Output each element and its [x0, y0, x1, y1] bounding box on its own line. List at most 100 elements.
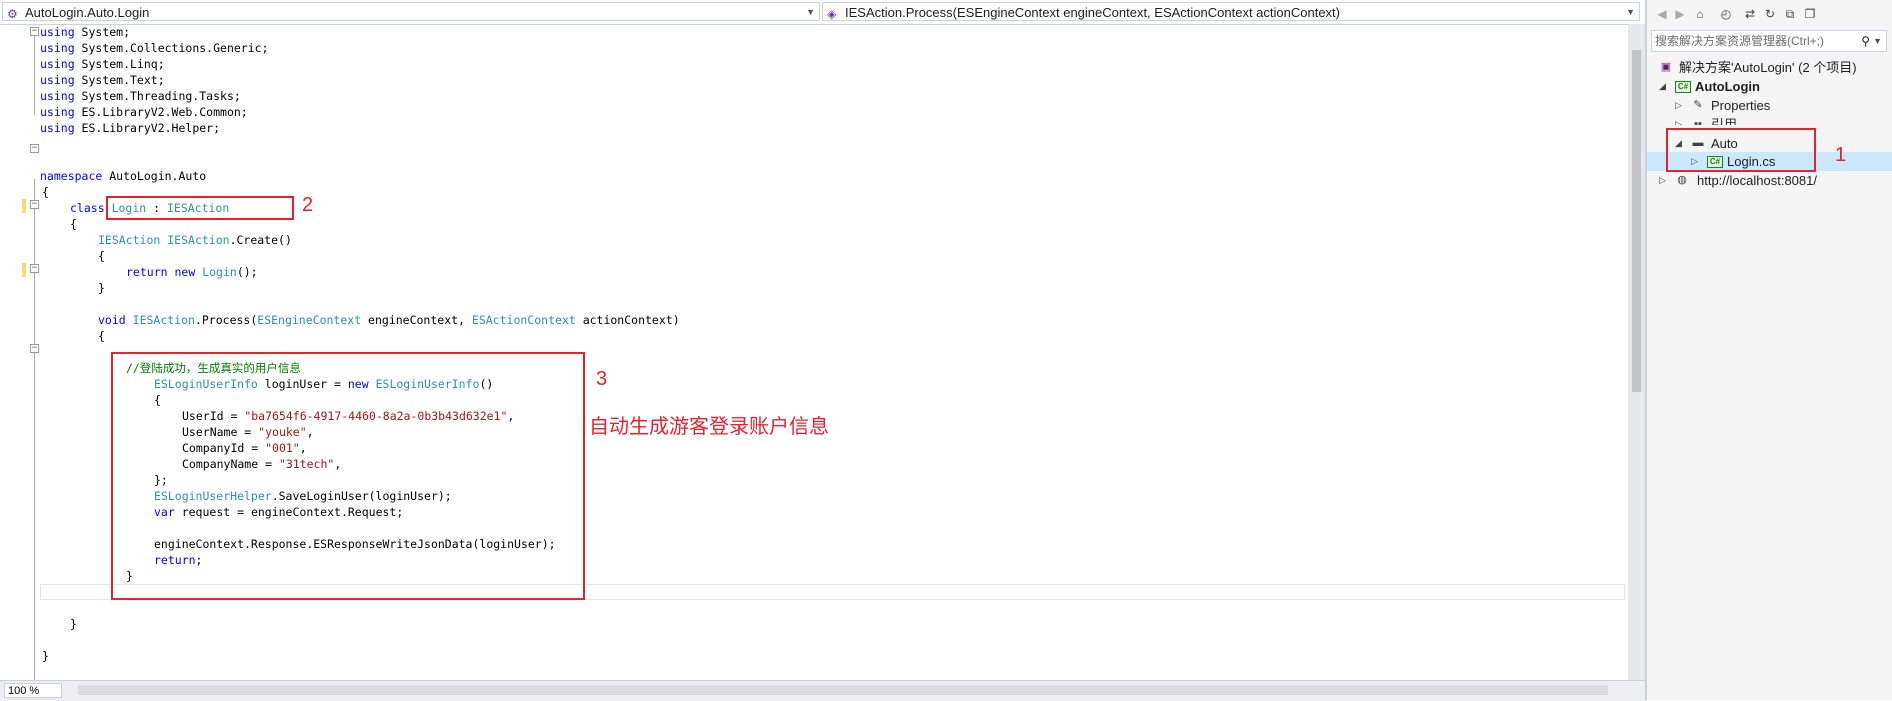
- code-text: ES.LibraryV2.Helper;: [74, 121, 221, 135]
- code-text: .Process(: [194, 313, 258, 327]
- tree-node-label: 引用: [1711, 117, 1738, 125]
- forward-icon[interactable]: ▶: [1673, 7, 1687, 21]
- tree-node-label: http://localhost:8081/: [1697, 173, 1817, 188]
- annotation-box-1: [1666, 128, 1816, 172]
- code-line: using ES.LibraryV2.Helper;: [40, 120, 220, 136]
- collapsed-arrow-icon[interactable]: ▷: [1659, 171, 1666, 190]
- keyword: using: [40, 105, 75, 119]
- code-line: }: [70, 616, 77, 632]
- globe-icon: ◍: [1677, 174, 1687, 186]
- code-text: .Create(): [229, 233, 292, 247]
- code-line: IESAction IESAction.Create(): [98, 232, 292, 248]
- tree-node-solution[interactable]: ▣ 解决方案'AutoLogin' (2 个项目): [1647, 58, 1892, 77]
- code-text: {: [70, 217, 77, 231]
- collapse-icon[interactable]: −: [30, 144, 39, 153]
- code-text: System;: [74, 25, 131, 39]
- collapsed-arrow-icon[interactable]: ▷: [1675, 96, 1682, 115]
- back-icon[interactable]: ◀: [1655, 7, 1669, 21]
- horizontal-scrollbar[interactable]: [78, 685, 1608, 695]
- code-line: }: [42, 648, 49, 664]
- class-icon: ⚙: [7, 7, 18, 21]
- solution-explorer-toolbar: ◀ ▶ ⌂ ◴ ⇄ ↻ ⧉ ❐: [1647, 0, 1892, 30]
- code-line: namespace AutoLogin.Auto: [40, 168, 206, 184]
- code-text: }: [70, 617, 77, 631]
- collapse-icon[interactable]: −: [30, 344, 39, 353]
- tree-node-website[interactable]: ▷ ◍ http://localhost:8081/: [1647, 171, 1892, 190]
- pending-changes-icon[interactable]: ◴: [1719, 7, 1733, 21]
- collapse-all-icon[interactable]: ⧉: [1783, 7, 1797, 21]
- code-text: System.Linq;: [74, 57, 165, 71]
- code-area[interactable]: − − − − − using System; using System.Col…: [0, 24, 1628, 689]
- code-text: }: [98, 281, 105, 295]
- code-text: AutoLogin.Auto: [102, 169, 207, 183]
- solution-search-input[interactable]: 搜索解决方案资源管理器(Ctrl+;) ⚲ ▼: [1651, 30, 1887, 52]
- type-name: IESAction: [167, 233, 230, 247]
- type-name: ESEngineContext: [257, 313, 362, 327]
- tree-node-project[interactable]: ◢ C# AutoLogin: [1647, 77, 1892, 96]
- zoom-value: 100 %: [8, 685, 40, 697]
- keyword: using: [40, 121, 75, 135]
- vertical-scrollbar[interactable]: [1628, 24, 1645, 680]
- expanded-arrow-icon[interactable]: ◢: [1659, 77, 1666, 96]
- code-editor[interactable]: ⚙ AutoLogin.Auto.Login ▼ ◈ IESAction.Pro…: [0, 0, 1645, 701]
- keyword: using: [40, 73, 75, 87]
- member-dropdown[interactable]: ◈ IESAction.Process(ESEngineContext engi…: [822, 2, 1640, 21]
- class-dropdown[interactable]: ⚙ AutoLogin.Auto.Login ▼: [2, 2, 820, 21]
- type-name: ESActionContext: [471, 313, 576, 327]
- tree-node-label: 解决方案'AutoLogin' (2 个项目): [1679, 60, 1857, 75]
- code-line: }: [98, 280, 105, 296]
- collapse-icon[interactable]: −: [30, 200, 39, 209]
- code-text: ();: [236, 265, 258, 279]
- annotation-caption: 自动生成游客登录账户信息: [589, 416, 829, 438]
- type-name: IESAction: [132, 313, 195, 327]
- code-text: engineContext,: [361, 313, 472, 327]
- navigation-bar: ⚙ AutoLogin.Auto.Login ▼ ◈ IESAction.Pro…: [0, 0, 1645, 25]
- tree-node-label: Properties: [1711, 98, 1771, 113]
- outline-guide: [34, 35, 35, 115]
- collapsed-arrow-icon[interactable]: ▷: [1675, 115, 1682, 125]
- home-icon[interactable]: ⌂: [1693, 7, 1707, 21]
- zoom-dropdown[interactable]: 100 %: [4, 683, 62, 698]
- code-line: {: [70, 216, 77, 232]
- code-line: {: [98, 248, 105, 264]
- keyword: new: [174, 265, 196, 279]
- wrench-icon: ✎: [1693, 99, 1703, 111]
- search-placeholder: 搜索解决方案资源管理器(Ctrl+;): [1655, 34, 1824, 48]
- chevron-down-icon: ▼: [806, 7, 815, 17]
- tree-node-properties[interactable]: ▷ ✎ Properties: [1647, 96, 1892, 115]
- method-icon: ◈: [827, 7, 837, 21]
- sync-icon[interactable]: ⇄: [1743, 7, 1757, 21]
- code-line: using System.Text;: [40, 72, 165, 88]
- code-text: System.Collections.Generic;: [74, 41, 269, 55]
- change-marker: [22, 263, 26, 277]
- refresh-icon[interactable]: ↻: [1763, 7, 1777, 21]
- references-icon: ▪▪: [1694, 118, 1702, 125]
- code-line: using System.Collections.Generic;: [40, 40, 269, 56]
- search-icon[interactable]: ⚲: [1861, 31, 1870, 51]
- annotation-box-2: [106, 196, 294, 220]
- code-line: using System.Linq;: [40, 56, 165, 72]
- code-text: System.Text;: [74, 73, 165, 87]
- collapse-icon[interactable]: −: [30, 264, 39, 273]
- code-text: System.Threading.Tasks;: [74, 89, 241, 103]
- type-name: Login: [202, 265, 237, 279]
- keyword: class: [70, 201, 105, 215]
- tree-node-references[interactable]: ▷ ▪▪ 引用: [1647, 115, 1892, 125]
- code-line: using System.Threading.Tasks;: [40, 88, 241, 104]
- code-text: ES.LibraryV2.Web.Common;: [74, 105, 248, 119]
- scrollbar-thumb[interactable]: [1632, 50, 1641, 392]
- code-line: {: [98, 328, 105, 344]
- collapse-icon[interactable]: −: [30, 27, 39, 36]
- chevron-down-icon: ▼: [1626, 7, 1635, 17]
- code-line: using System;: [40, 24, 130, 40]
- code-line: void IESAction.Process(ESEngineContext e…: [98, 312, 680, 328]
- show-all-files-icon[interactable]: ❐: [1803, 7, 1817, 21]
- code-text: actionContext): [575, 313, 680, 327]
- solution-explorer: ◀ ▶ ⌂ ◴ ⇄ ↻ ⧉ ❐ 搜索解决方案资源管理器(Ctrl+;) ⚲ ▼ …: [1647, 0, 1892, 700]
- editor-bottom-bar: 100 %: [0, 680, 1645, 701]
- keyword: using: [40, 41, 75, 55]
- chevron-down-icon[interactable]: ▼: [1873, 31, 1882, 51]
- keyword: return: [126, 265, 168, 279]
- keyword: namespace: [40, 169, 103, 183]
- keyword: using: [40, 25, 75, 39]
